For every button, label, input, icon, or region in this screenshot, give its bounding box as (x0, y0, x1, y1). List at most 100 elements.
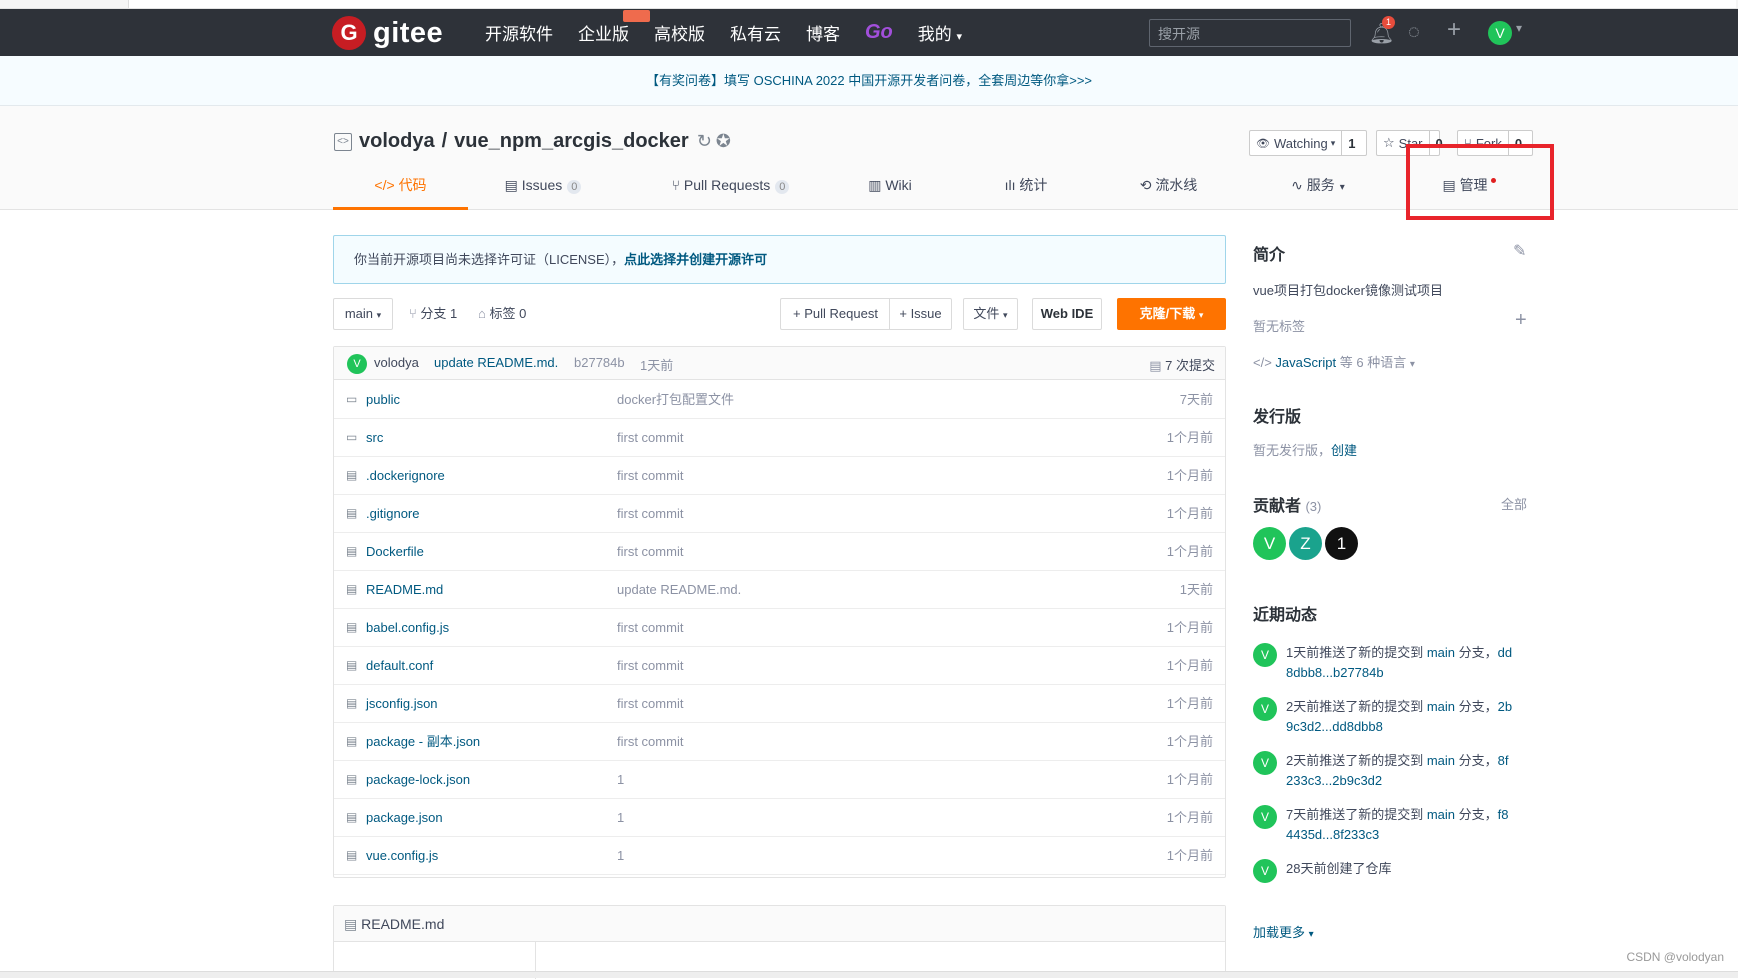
file-row[interactable]: ▤ .dockerignore first commit 1个月前 (334, 457, 1225, 495)
nav-link-blog[interactable]: 博客 (806, 20, 840, 45)
activity-commit-link[interactable]: f8 (1498, 807, 1509, 822)
commit-message[interactable]: update README.md. (434, 355, 558, 370)
activity-avatar[interactable]: V (1253, 751, 1277, 775)
commit-count-link[interactable]: ▤ 7 次提交 (1149, 355, 1215, 374)
nav-link-private-cloud[interactable]: 私有云 (730, 20, 781, 45)
activity-commit-link[interactable]: dd (1498, 645, 1512, 660)
repo-owner-link[interactable]: volodya (359, 130, 435, 153)
file-commit-message[interactable]: 1 (617, 761, 624, 799)
tab-pipeline[interactable]: ⟲ 流水线 (1136, 162, 1201, 210)
nav-link-mine[interactable]: 我的 ▾ (918, 20, 962, 45)
file-commit-message[interactable]: first commit (617, 419, 683, 457)
file-row[interactable]: ▤ .gitignore first commit 1个月前 (334, 495, 1225, 533)
web-ide-button[interactable]: Web IDE (1032, 298, 1102, 330)
tab-issues[interactable]: ▤ Issues 0 (503, 162, 583, 210)
tab-code[interactable]: </> 代码 (333, 162, 468, 210)
file-name-link[interactable]: src (366, 419, 383, 457)
branch-select[interactable]: main ▾ (333, 298, 393, 330)
search-input[interactable]: 搜开源 (1149, 19, 1351, 47)
activity-branch-link[interactable]: main (1427, 753, 1455, 768)
file-commit-message[interactable]: update README.md. (617, 571, 741, 609)
lightbulb-icon[interactable]: ◌ (1408, 21, 1420, 44)
language-summary[interactable]: </> JavaScript 等 6 种语言 ▾ (1253, 352, 1415, 371)
commit-author[interactable]: volodya (374, 355, 419, 370)
edit-icon[interactable]: ✎ (1513, 241, 1526, 261)
clone-download-button[interactable]: 克隆/下载 ▾ (1117, 298, 1226, 330)
activity-commit-link[interactable]: 8f (1498, 753, 1509, 768)
file-commit-message[interactable]: 1 (617, 799, 624, 837)
file-name-link[interactable]: .gitignore (366, 495, 419, 533)
file-commit-message[interactable]: first commit (617, 495, 683, 533)
file-commit-message[interactable]: first commit (617, 609, 683, 647)
tab-service[interactable]: ∿ 服务 ▾ (1283, 162, 1353, 210)
nav-link-enterprise[interactable]: 企业版 (578, 10, 650, 45)
file-name-link[interactable]: package-lock.json (366, 761, 470, 799)
file-commit-message[interactable]: first commit (617, 723, 683, 761)
activity-avatar[interactable]: V (1253, 643, 1277, 667)
activity-commit-link[interactable]: 2b (1498, 699, 1512, 714)
file-row[interactable]: ▤ default.conf first commit 1个月前 (334, 647, 1225, 685)
activity-commit-range[interactable]: 4435d...8f233c3 (1286, 827, 1379, 842)
nav-link-education[interactable]: 高校版 (654, 20, 705, 45)
file-row[interactable]: ▤ Dockerfile first commit 1个月前 (334, 533, 1225, 571)
activity-avatar[interactable]: V (1253, 805, 1277, 829)
file-name-link[interactable]: babel.config.js (366, 609, 449, 647)
tab-pull-requests[interactable]: ⑂ Pull Requests 0 (668, 162, 793, 210)
files-dropdown[interactable]: 文件 ▾ (963, 298, 1018, 330)
file-name-link[interactable]: package - 副本.json (366, 723, 480, 761)
file-commit-message[interactable]: first commit (617, 685, 683, 723)
sync-icon[interactable]: ↻ (697, 131, 712, 152)
watch-button[interactable]: 👁︎ Watching ▾ 1 (1249, 130, 1367, 156)
chevron-down-icon[interactable]: ▾ (1516, 21, 1522, 35)
survey-banner[interactable]: 【有奖问卷】填写 OSCHINA 2022 中国开源开发者问卷，全套周边等你拿>… (0, 56, 1738, 106)
contributor-avatar[interactable]: V (1253, 527, 1286, 560)
file-name-link[interactable]: jsconfig.json (366, 685, 438, 723)
activity-avatar[interactable]: V (1253, 697, 1277, 721)
file-name-link[interactable]: default.conf (366, 647, 433, 685)
nav-link-opensource[interactable]: 开源软件 (485, 20, 553, 45)
commit-sha[interactable]: b27784b (574, 355, 625, 370)
repo-name-link[interactable]: vue_npm_arcgis_docker (454, 130, 689, 153)
create-license-link[interactable]: 点此选择并创建开源许可 (624, 252, 767, 267)
activity-avatar[interactable]: V (1253, 859, 1277, 883)
file-name-link[interactable]: Dockerfile (366, 533, 424, 571)
commit-author-avatar[interactable]: V (347, 354, 367, 374)
branches-link[interactable]: ⑂ 分支 1 (409, 298, 457, 330)
load-more-link[interactable]: 加载更多 ▾ (1253, 922, 1314, 941)
file-commit-message[interactable]: docker打包配置文件 (617, 381, 734, 419)
activity-branch-link[interactable]: main (1427, 807, 1455, 822)
file-row[interactable]: ▤ README.md update README.md. 1天前 (334, 571, 1225, 609)
file-commit-message[interactable]: first commit (617, 457, 683, 495)
create-release-link[interactable]: 创建 (1331, 443, 1357, 458)
activity-commit-range[interactable]: 9c3d2...dd8dbb8 (1286, 719, 1383, 734)
file-commit-message[interactable]: first commit (617, 533, 683, 571)
file-commit-message[interactable]: 1 (617, 837, 624, 875)
contributor-avatar[interactable]: Z (1289, 527, 1322, 560)
activity-commit-range[interactable]: 8dbb8...b27784b (1286, 665, 1384, 680)
add-tag-icon[interactable]: + (1515, 309, 1527, 332)
user-avatar[interactable]: V (1488, 21, 1512, 45)
file-row[interactable]: ▤ package.json 1 1个月前 (334, 799, 1225, 837)
file-row[interactable]: ▤ babel.config.js first commit 1个月前 (334, 609, 1225, 647)
file-row[interactable]: ▤ vue.config.js 1 1个月前 (334, 837, 1225, 875)
file-row[interactable]: ▭ src first commit 1个月前 (334, 419, 1225, 457)
file-name-link[interactable]: .dockerignore (366, 457, 445, 495)
nav-link-go[interactable]: Go (865, 21, 893, 44)
language-link[interactable]: JavaScript (1275, 355, 1336, 370)
file-row[interactable]: ▤ package - 副本.json first commit 1个月前 (334, 723, 1225, 761)
activity-branch-link[interactable]: main (1427, 645, 1455, 660)
activity-commit-range[interactable]: 233c3...2b9c3d2 (1286, 773, 1382, 788)
activity-branch-link[interactable]: main (1427, 699, 1455, 714)
tab-wiki[interactable]: ▥ Wiki (865, 162, 915, 210)
file-name-link[interactable]: vue.config.js (366, 837, 438, 875)
file-name-link[interactable]: public (366, 381, 400, 419)
tab-stats[interactable]: ılı 统计 (1001, 162, 1051, 210)
new-pull-request-button[interactable]: + Pull Request (780, 298, 890, 330)
file-name-link[interactable]: package.json (366, 799, 443, 837)
plus-icon[interactable]: + (1447, 16, 1461, 44)
file-row[interactable]: ▤ jsconfig.json first commit 1个月前 (334, 685, 1225, 723)
contributor-avatar[interactable]: 1 (1325, 527, 1358, 560)
file-row[interactable]: ▤ package-lock.json 1 1个月前 (334, 761, 1225, 799)
file-commit-message[interactable]: first commit (617, 647, 683, 685)
file-row[interactable]: ▭ public docker打包配置文件 7天前 (334, 381, 1225, 419)
